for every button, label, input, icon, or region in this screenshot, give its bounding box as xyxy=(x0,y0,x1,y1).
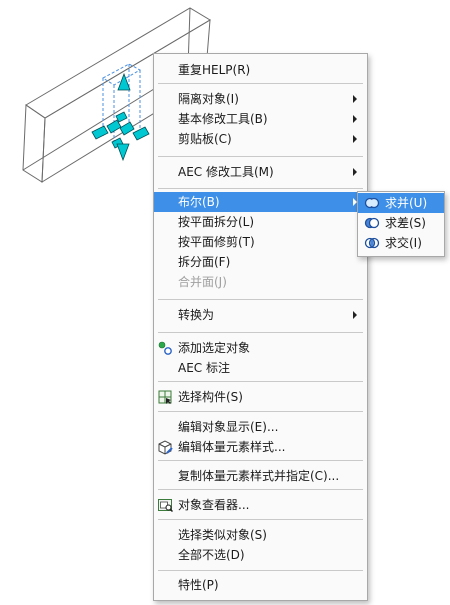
menu-item-basic-modify-tools[interactable]: 基本修改工具(B) xyxy=(154,109,367,129)
submenu-item-subtract[interactable]: 求差(S) xyxy=(358,213,444,233)
submenu-arrow-icon xyxy=(353,311,357,319)
menu-item-edit-mass-element-style[interactable]: 编辑体量元素样式... xyxy=(154,437,367,457)
menu-item-split-by-plane[interactable]: 按平面拆分(L) xyxy=(154,212,367,232)
menu-item-select-similar[interactable]: 选择类似对象(S) xyxy=(154,525,367,545)
menu-item-select-components[interactable]: 选择构件(S) xyxy=(154,387,367,407)
menu-item-isolate-objects[interactable]: 隔离对象(I) xyxy=(154,89,367,109)
grip-bottom-arrow[interactable] xyxy=(116,143,130,162)
menu-separator xyxy=(158,489,363,490)
menu-item-repeat-help[interactable]: 重复HELP(R) xyxy=(154,60,367,80)
menu-separator xyxy=(158,411,363,412)
menu-item-merge-faces: 合并面(J) xyxy=(178,275,227,289)
submenu-item-intersect[interactable]: 求交(I) xyxy=(358,233,444,253)
menu-separator xyxy=(158,381,363,382)
menu-item-split-face[interactable]: 拆分面(F) xyxy=(154,252,367,272)
menu-separator xyxy=(158,299,363,300)
submenu-arrow-icon xyxy=(353,135,357,143)
submenu-item-union[interactable]: 求并(U) xyxy=(358,193,444,213)
menu-separator xyxy=(158,460,363,461)
edit-mass-style-icon xyxy=(158,440,173,455)
menu-item-edit-object-display[interactable]: 编辑对象显示(E)... xyxy=(154,417,367,437)
menu-separator xyxy=(158,156,363,157)
menu-item-boolean[interactable]: 布尔(B) xyxy=(154,192,367,212)
menu-item-convert-to[interactable]: 转换为 xyxy=(154,305,367,325)
menu-item-aec-dimension[interactable]: AEC 标注 xyxy=(154,358,367,378)
menu-separator xyxy=(158,188,363,189)
menu-item-aec-modify-tools[interactable]: AEC 修改工具(M) xyxy=(154,162,367,182)
menu-item-trim-by-plane[interactable]: 按平面修剪(T) xyxy=(154,232,367,252)
menu-item-add-selected[interactable]: 添加选定对象 xyxy=(154,338,367,358)
menu-separator xyxy=(158,332,363,333)
grip-right[interactable] xyxy=(132,126,150,141)
submenu-arrow-icon xyxy=(353,95,357,103)
grip-left[interactable] xyxy=(91,125,109,140)
menu-item-copy-mass-style-assign[interactable]: 复制体量元素样式并指定(C)... xyxy=(154,466,367,486)
menu-item-deselect-all[interactable]: 全部不选(D) xyxy=(154,545,367,565)
menu-separator xyxy=(158,83,363,84)
menu-separator xyxy=(158,519,363,520)
menu-item-properties[interactable]: 特性(P) xyxy=(154,575,367,595)
add-selected-icon xyxy=(158,341,172,355)
context-menu: 重复HELP(R) 隔离对象(I) 基本修改工具(B) 剪贴板(C) AEC 修… xyxy=(153,53,368,601)
submenu-arrow-icon xyxy=(353,168,357,176)
submenu-arrow-icon xyxy=(353,115,357,123)
select-components-icon xyxy=(158,390,172,404)
subtract-icon xyxy=(364,217,380,229)
union-icon xyxy=(364,197,380,209)
menu-item-clipboard[interactable]: 剪贴板(C) xyxy=(154,129,367,149)
boolean-submenu: 求并(U) 求差(S) 求交(I) xyxy=(357,191,445,257)
menu-separator xyxy=(158,570,363,571)
menu-item-object-viewer[interactable]: 对象查看器... xyxy=(154,495,367,515)
object-viewer-icon xyxy=(158,499,173,513)
intersect-icon xyxy=(364,237,380,249)
